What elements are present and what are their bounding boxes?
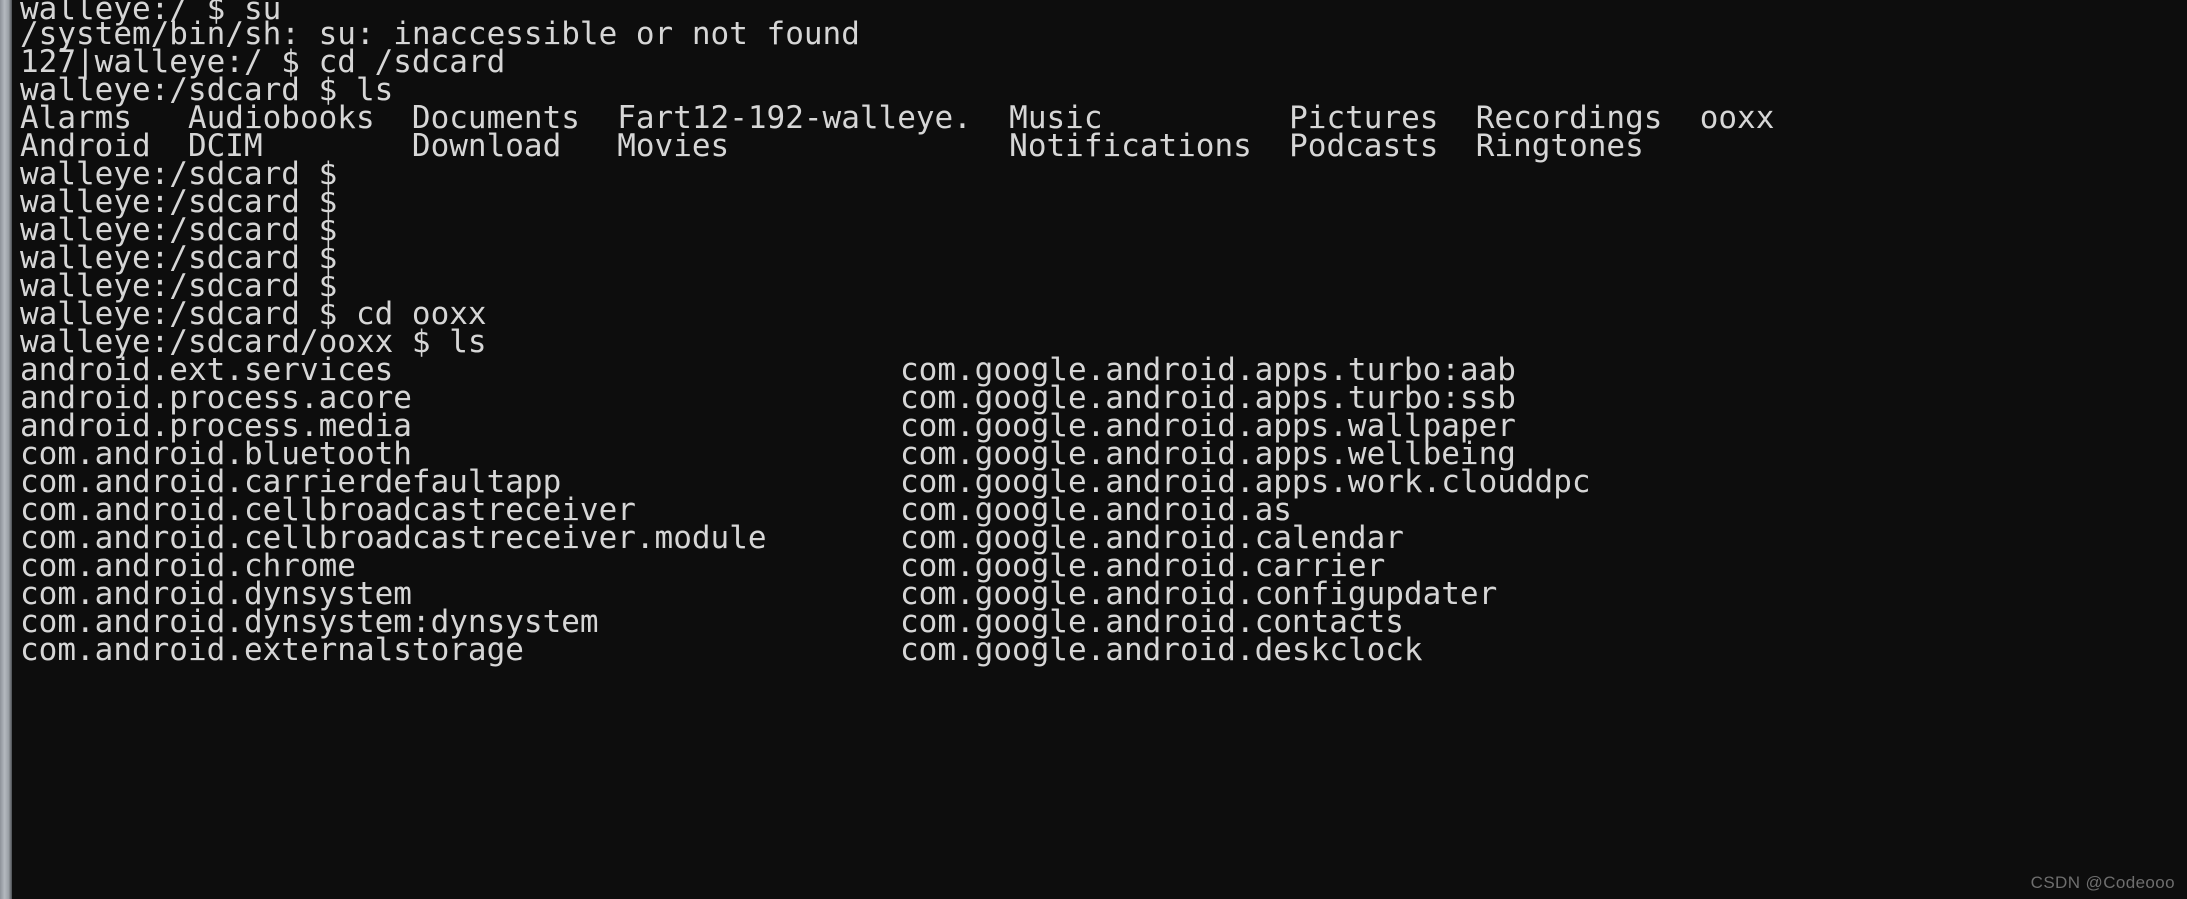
watermark-label: CSDN @Codeooo [2030,873,2175,892]
scrollbar-vertical[interactable] [0,0,12,899]
terminal-window[interactable]: walleye:/ $ su /system/bin/sh: su: inacc… [0,0,2187,899]
package-right-10: com.google.android.deskclock [900,632,1423,668]
terminal-screen[interactable]: walleye:/ $ su /system/bin/sh: su: inacc… [0,0,2187,899]
package-left-10: com.android.externalstorage [20,632,524,668]
